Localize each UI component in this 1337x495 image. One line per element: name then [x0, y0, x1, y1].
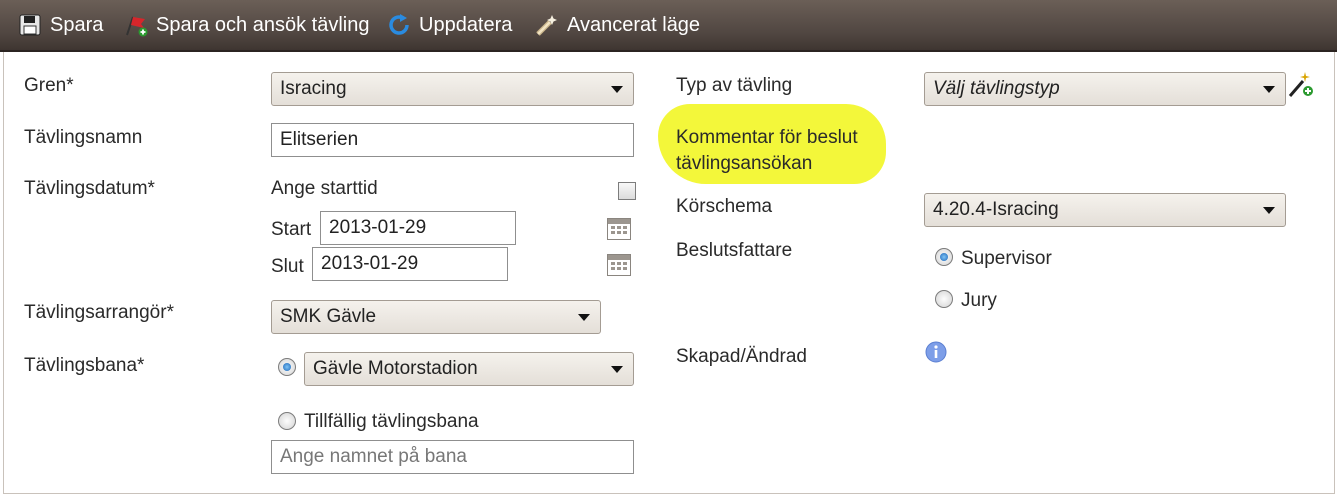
save-and-apply-button[interactable]: Spara och ansök tävling — [124, 9, 369, 41]
competition-name-input[interactable] — [271, 123, 634, 157]
refresh-button[interactable]: Uppdatera — [387, 9, 512, 41]
magic-add-icon[interactable] — [1288, 70, 1314, 98]
flag-add-icon — [124, 13, 148, 37]
competition-type-value: Välj tävlingstyp — [933, 78, 1060, 99]
toolbar: Spara Spara och ansök tävling Uppdatera … — [0, 0, 1337, 52]
jury-label: Jury — [961, 290, 997, 311]
jury-radio[interactable] — [935, 290, 953, 308]
refresh-label: Uppdatera — [419, 13, 513, 36]
track-value: Gävle Motorstadion — [313, 358, 478, 379]
start-date-input[interactable] — [320, 211, 516, 245]
starttime-checkbox[interactable] — [618, 182, 636, 200]
comment-label-line2: tävlingsansökan — [676, 153, 813, 174]
comment-label-line1: Kommentar för beslut — [676, 127, 858, 148]
end-date-input[interactable] — [312, 247, 508, 281]
calendar-icon[interactable] — [607, 254, 631, 276]
created-changed-label: Skapad/Ändrad — [676, 346, 807, 367]
decision-maker-label: Beslutsfattare — [676, 240, 793, 261]
calendar-icon[interactable] — [607, 218, 631, 240]
competition-type-select[interactable]: Välj tävlingstyp — [924, 72, 1286, 106]
temp-track-radio[interactable] — [278, 412, 296, 430]
schedule-label: Körschema — [676, 196, 773, 217]
organizer-select[interactable]: SMK Gävle — [271, 300, 601, 334]
comment-label: Kommentar för beslut tävlingsansökan — [676, 126, 858, 176]
track-radio[interactable] — [278, 358, 296, 376]
temp-track-label: Tillfällig tävlingsbana — [304, 411, 479, 432]
save-icon — [18, 13, 42, 37]
gren-select[interactable]: Isracing — [271, 72, 634, 106]
advanced-mode-label: Avancerat läge — [567, 13, 701, 36]
save-label: Spara — [50, 13, 104, 36]
track-select[interactable]: Gävle Motorstadion — [304, 352, 634, 386]
supervisor-label: Supervisor — [961, 248, 1052, 269]
save-and-apply-label: Spara och ansök tävling — [156, 13, 370, 36]
organizer-value: SMK Gävle — [280, 306, 377, 327]
schedule-select[interactable]: 4.20.4-Isracing — [924, 193, 1286, 227]
competition-name-label: Tävlingsnamn — [24, 127, 143, 148]
start-label: Start — [271, 219, 312, 240]
chevron-down-icon — [611, 366, 623, 373]
supervisor-radio[interactable] — [935, 248, 953, 266]
gren-label: Gren* — [24, 75, 74, 96]
info-icon[interactable] — [925, 341, 947, 363]
starttime-label: Ange starttid — [271, 178, 378, 199]
organizer-label: Tävlingsarrangör* — [24, 302, 174, 323]
end-label: Slut — [271, 256, 304, 277]
competition-date-label: Tävlingsdatum* — [24, 178, 155, 199]
chevron-down-icon — [611, 86, 623, 93]
chevron-down-icon — [1263, 207, 1275, 214]
chevron-down-icon — [578, 314, 590, 321]
chevron-down-icon — [1263, 86, 1275, 93]
schedule-value: 4.20.4-Isracing — [933, 199, 1059, 220]
gren-value: Isracing — [280, 78, 347, 99]
competition-type-label: Typ av tävling — [676, 75, 793, 96]
wand-icon — [535, 13, 559, 37]
advanced-mode-button[interactable]: Avancerat läge — [535, 9, 700, 41]
track-label: Tävlingsbana* — [24, 355, 145, 376]
save-button[interactable]: Spara — [18, 9, 103, 41]
refresh-icon — [387, 13, 411, 37]
temp-track-input[interactable] — [271, 440, 634, 474]
